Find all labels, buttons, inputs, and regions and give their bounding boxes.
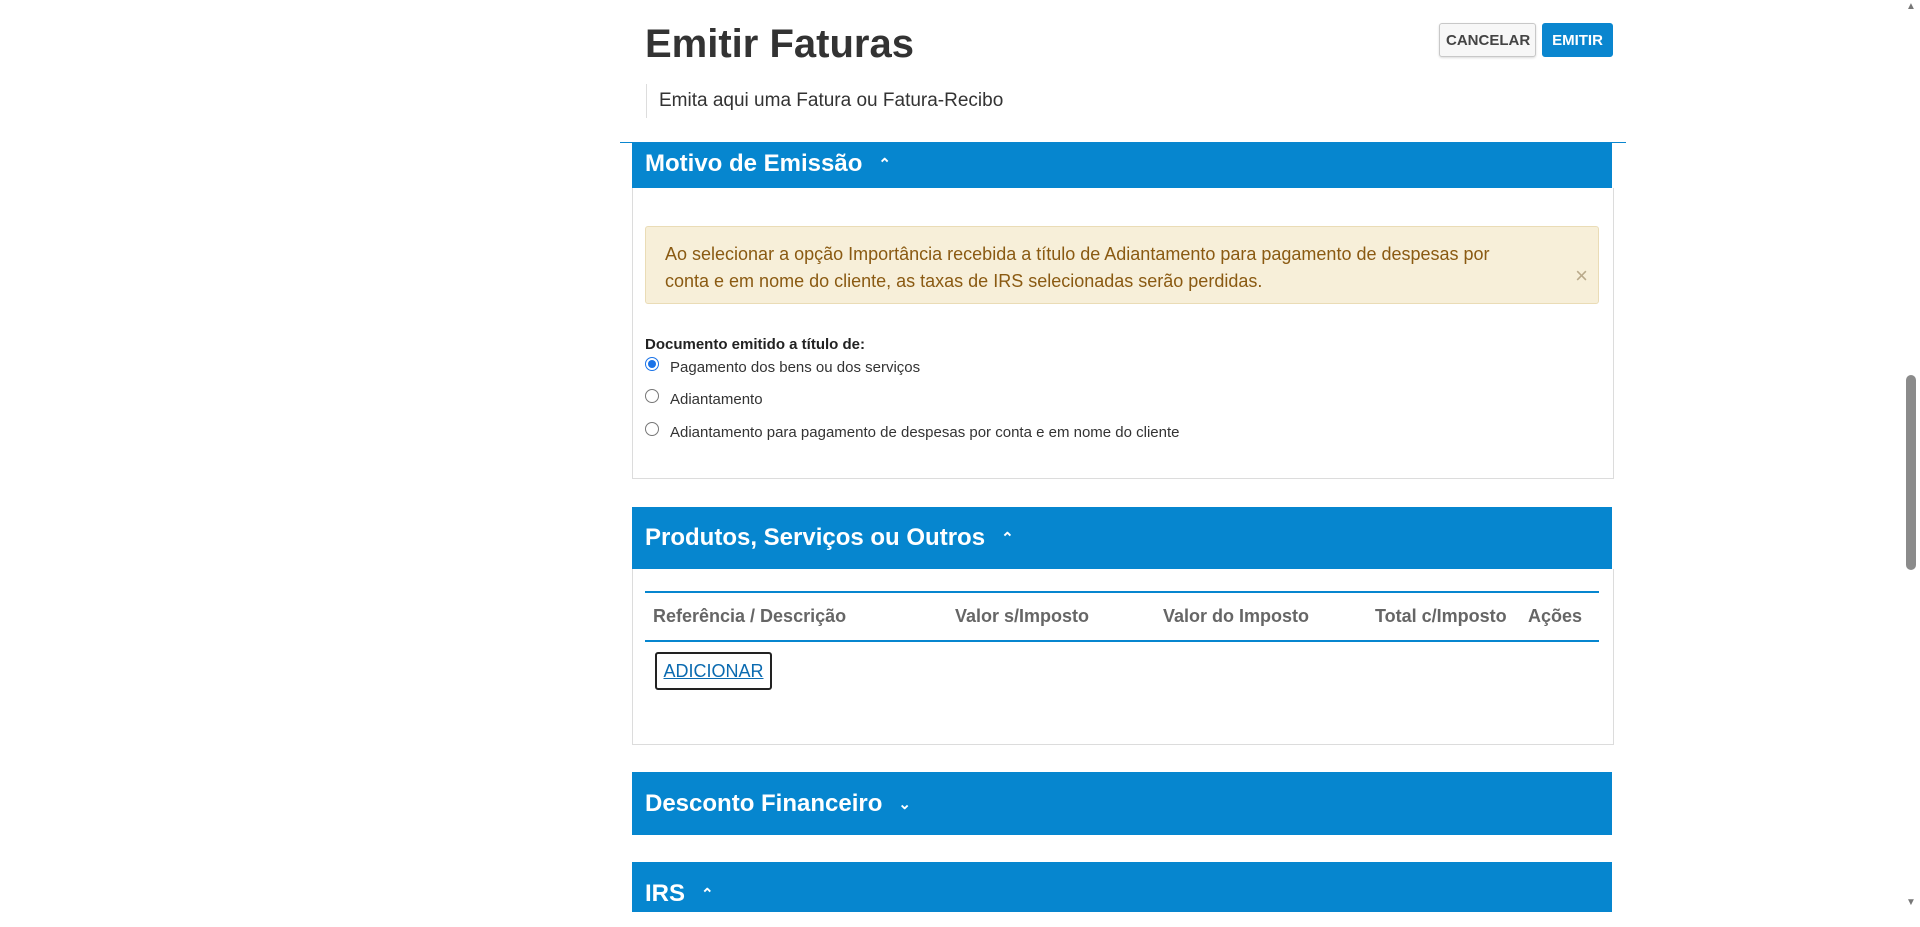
cancel-button[interactable]: CANCELAR — [1439, 23, 1536, 57]
column-header-valor-imposto: Valor do Imposto — [1163, 606, 1310, 626]
column-header-referencia: Referência / Descrição — [653, 606, 847, 626]
radio-button[interactable] — [645, 422, 659, 436]
radio-group-label: Documento emitido a título de: — [645, 336, 865, 353]
section-title-motivo: Motivo de Emissão — [645, 150, 863, 177]
section-title-produtos: Produtos, Serviços ou Outros — [645, 524, 986, 551]
chevron-up-icon: ⌃ — [878, 155, 891, 173]
radio-option-label: Adiantamento para pagamento de despesas … — [670, 424, 1180, 441]
page-subtitle: Emita aqui uma Fatura ou Fatura-Recibo — [659, 90, 1004, 111]
table-header-top-border — [645, 591, 1599, 593]
section-title-irs: IRS — [645, 880, 686, 907]
scrollbar-thumb[interactable] — [1906, 375, 1916, 570]
section-title-desconto: Desconto Financeiro — [645, 790, 883, 817]
radio-option-label: Pagamento dos bens ou dos serviços — [670, 359, 921, 376]
add-item-button[interactable]: ADICIONAR — [655, 652, 772, 690]
column-header-acoes: Ações — [1528, 606, 1583, 626]
irs-warning-alert: Ao selecionar a opção Importância recebi… — [645, 226, 1599, 304]
subtitle-divider — [646, 84, 647, 118]
table-header-bottom-border — [645, 640, 1599, 642]
emit-button[interactable]: EMITIR — [1542, 23, 1613, 57]
radio-button[interactable] — [645, 389, 659, 403]
section-header-motivo[interactable]: Motivo de Emissão ⌃ — [632, 143, 1612, 188]
chevron-up-icon: ⌃ — [1001, 529, 1014, 547]
section-header-desconto[interactable]: Desconto Financeiro ⌄ — [632, 772, 1612, 835]
close-icon[interactable]: × — [1575, 265, 1588, 287]
section-header-produtos[interactable]: Produtos, Serviços ou Outros ⌃ — [632, 507, 1612, 569]
page: Emitir Faturas CANCELAR EMITIR Emita aqu… — [0, 0, 1920, 912]
chevron-down-icon: ⌄ — [898, 796, 911, 814]
scroll-up-arrow-icon[interactable]: ▲ — [1905, 2, 1917, 12]
column-header-total: Total c/Imposto — [1375, 606, 1507, 626]
alert-text: Ao selecionar a opção Importância recebi… — [665, 244, 1490, 291]
radio-option-label: Adiantamento — [670, 391, 763, 408]
column-header-valor-sem-imposto: Valor s/Imposto — [955, 606, 1090, 626]
section-header-irs[interactable]: IRS ⌃ — [632, 862, 1612, 912]
page-title: Emitir Faturas — [645, 22, 914, 66]
section-body-produtos — [632, 569, 1614, 745]
chevron-up-icon: ⌃ — [701, 885, 714, 903]
scroll-down-arrow-icon[interactable]: ▼ — [1905, 898, 1917, 908]
radio-button-checked[interactable] — [645, 357, 659, 371]
